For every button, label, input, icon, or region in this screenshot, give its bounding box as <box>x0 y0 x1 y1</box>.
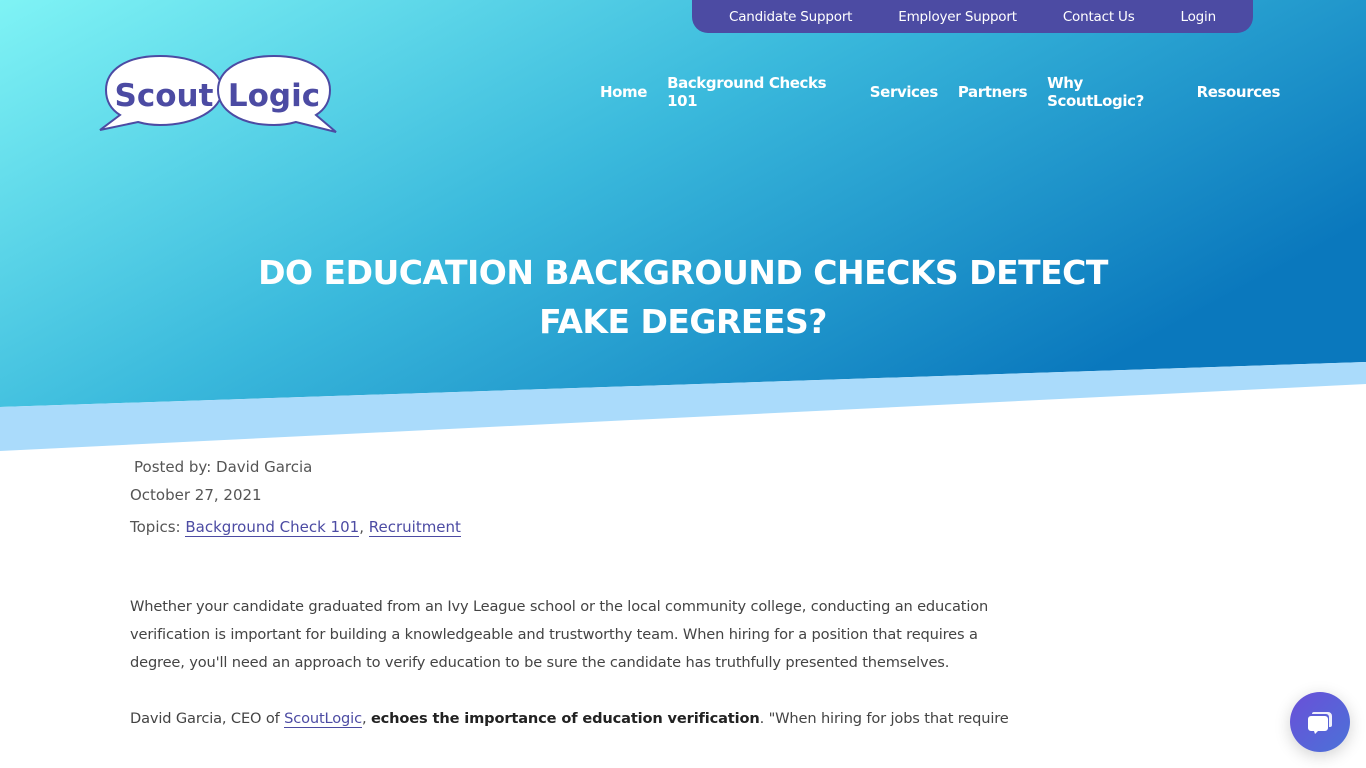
post-topics: Topics: Background Check 101, Recruitmen… <box>130 506 461 540</box>
utility-nav-contact-us[interactable]: Contact Us <box>1063 9 1135 25</box>
post-meta: Posted by: David Garcia October 27, 2021… <box>130 456 461 540</box>
main-nav: Home Background Checks 101 Services Part… <box>600 74 1281 110</box>
article-body: Whether your candidate graduated from an… <box>130 593 1010 761</box>
article-paragraph: Whether your candidate graduated from an… <box>130 598 989 671</box>
nav-background-checks-101[interactable]: Background Checks 101 <box>667 74 850 110</box>
hero-banner: Candidate Support Employer Support Conta… <box>0 0 1366 460</box>
paragraph-text: . "When hiring for jobs that require <box>759 710 1009 727</box>
paragraph-text: , <box>361 710 371 727</box>
chat-bubbles-icon <box>1308 712 1332 734</box>
utility-nav-candidate-support[interactable]: Candidate Support <box>729 9 852 25</box>
utility-nav: Candidate Support Employer Support Conta… <box>692 0 1253 33</box>
topic-separator: , <box>359 518 364 536</box>
topics-label: Topics: <box>130 518 181 536</box>
paragraph-emphasis: echoes the importance of education verif… <box>370 710 760 727</box>
topic-link-background-check-101[interactable]: Background Check 101 <box>185 518 360 537</box>
nav-resources[interactable]: Resources <box>1197 83 1281 101</box>
scoutlogic-link[interactable]: ScoutLogic <box>284 710 362 728</box>
logo-text-scout: Scout <box>115 78 214 114</box>
logo-text-logic: Logic <box>228 78 320 114</box>
chat-widget-button[interactable] <box>1290 692 1350 752</box>
article-paragraph: David Garcia, CEO of ScoutLogic, echoes … <box>130 705 1010 733</box>
nav-home[interactable]: Home <box>600 83 647 101</box>
logo-speech-bubbles-icon: Scout Logic <box>99 54 337 133</box>
paragraph-text: David Garcia, CEO of <box>130 710 285 727</box>
post-date: October 27, 2021 <box>130 486 262 504</box>
topic-link-recruitment[interactable]: Recruitment <box>368 518 461 537</box>
nav-why-scoutlogic[interactable]: Why ScoutLogic? <box>1047 74 1176 110</box>
nav-services[interactable]: Services <box>870 83 938 101</box>
utility-nav-login[interactable]: Login <box>1181 9 1217 25</box>
scoutlogic-logo[interactable]: Scout Logic <box>98 52 340 136</box>
page-title: DO EDUCATION BACKGROUND CHECKS DETECT FA… <box>258 253 1108 341</box>
utility-nav-employer-support[interactable]: Employer Support <box>898 9 1017 25</box>
posted-by: Posted by: David Garcia <box>134 458 313 476</box>
nav-partners[interactable]: Partners <box>958 83 1028 101</box>
